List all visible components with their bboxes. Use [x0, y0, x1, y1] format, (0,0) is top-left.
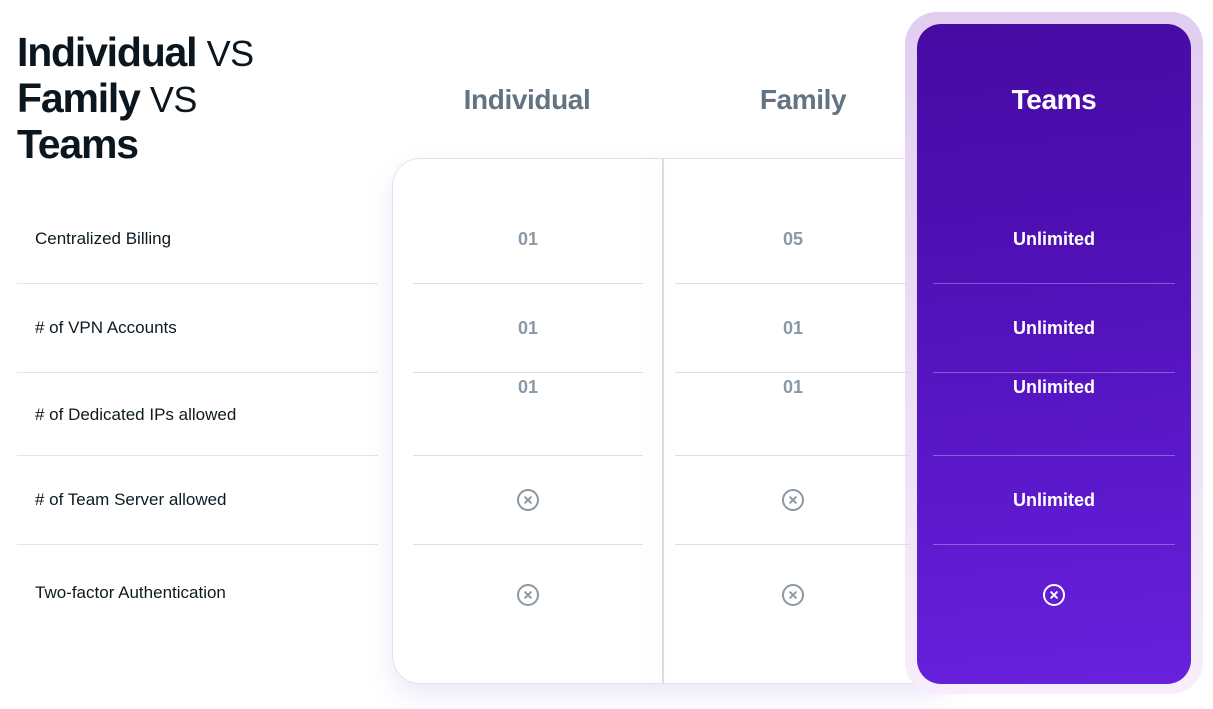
value-cell: 01	[413, 284, 643, 373]
value-cell	[675, 545, 911, 645]
value-cell: Unlimited	[933, 195, 1175, 284]
column-header-teams: Teams	[1011, 84, 1097, 115]
title-individual: Individual	[17, 29, 198, 75]
value-cell: 01	[413, 195, 643, 284]
feature-list: Centralized Billing # of VPN Accounts # …	[17, 195, 378, 645]
title-family: Family	[17, 75, 141, 121]
column-divider	[662, 158, 664, 684]
value-cell: 01	[675, 284, 911, 373]
column-header-family: Family	[759, 84, 847, 115]
feature-label: # of Dedicated IPs allowed	[17, 373, 378, 456]
value-cell	[413, 545, 643, 645]
x-circle-icon	[517, 584, 539, 606]
x-circle-icon	[1043, 584, 1065, 606]
feature-label: Centralized Billing	[17, 195, 378, 284]
value-cell	[413, 456, 643, 545]
feature-label: # of VPN Accounts	[17, 284, 378, 373]
title-teams: Teams	[17, 121, 139, 167]
value-cell: 01	[413, 373, 643, 456]
plan-column-family: 05 01 01	[675, 195, 911, 645]
title-vs-2: VS	[149, 79, 198, 120]
title-vs-1: VS	[206, 33, 255, 74]
value-cell: Unlimited	[933, 456, 1175, 545]
feature-label: Two-factor Authentication	[35, 583, 226, 602]
value-cell: 05	[675, 195, 911, 284]
feature-label: # of Team Server allowed	[17, 456, 378, 545]
plan-column-individual: 01 01 01	[413, 195, 643, 645]
value-cell: Unlimited	[933, 373, 1175, 456]
column-header-individual: Individual	[463, 84, 591, 115]
value-cell: 01	[675, 373, 911, 456]
plan-column-teams: Unlimited Unlimited Unlimited Unlimited	[933, 195, 1175, 645]
x-circle-icon	[517, 489, 539, 511]
x-circle-icon	[782, 489, 804, 511]
value-cell: Unlimited	[933, 284, 1175, 373]
page-title: Individual VS Family VS Teams	[17, 30, 317, 167]
value-cell	[933, 545, 1175, 645]
value-cell	[675, 456, 911, 545]
x-circle-icon	[782, 584, 804, 606]
